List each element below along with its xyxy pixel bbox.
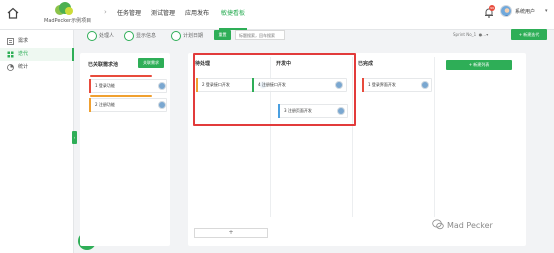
watermark-text: Mad Pecker: [447, 221, 493, 230]
sidebar-item-requirement[interactable]: 需求: [0, 35, 74, 48]
column-title-done: 已完成: [358, 61, 374, 67]
filter-assignee[interactable]: 处理人: [87, 31, 114, 41]
user-icon: [87, 31, 97, 41]
column-divider: [352, 57, 353, 217]
drag-indicator-bar: [90, 95, 152, 97]
pool-title: 已关联需求池: [88, 62, 119, 68]
display-icon: [124, 31, 134, 41]
chevron-left-icon: ‹: [73, 135, 76, 140]
card-title: 1 登录功能: [95, 83, 115, 88]
column-title-todo: 待处理: [195, 61, 211, 67]
avatar: [158, 82, 166, 90]
more-icon[interactable]: ●…▾: [477, 32, 489, 37]
priority-bar: [252, 78, 254, 92]
pool-card[interactable]: 2 注册功能: [89, 98, 167, 112]
new-column-button[interactable]: + 新建列表: [446, 60, 512, 70]
wechat-icon: [432, 219, 444, 230]
tab-tests[interactable]: 测试管理: [151, 8, 175, 17]
card-title: 2 登录接口开发: [202, 82, 230, 87]
sidebar-collapse-handle[interactable]: ‹: [72, 131, 77, 144]
chevron-right-icon: ›: [104, 8, 107, 16]
card-title: 3 注册页面开发: [284, 108, 312, 113]
priority-bar: [196, 78, 198, 92]
column-divider: [434, 57, 435, 217]
tab-agile-board[interactable]: 敏捷看板: [221, 8, 245, 17]
sidebar: 需求 迭代 统计: [0, 30, 74, 253]
calendar-icon: [171, 31, 181, 41]
search-input[interactable]: [235, 30, 285, 40]
priority-bar: [89, 79, 91, 93]
iteration-icon: [7, 51, 14, 58]
avatar: [158, 101, 166, 109]
card-title: 4 注册接口开发: [258, 82, 286, 87]
app-name: MadPecker示例项目: [44, 18, 92, 24]
home-icon[interactable]: [7, 7, 19, 19]
notification-badge: 99: [489, 5, 495, 11]
card-title: 1 登录界面开发: [368, 82, 396, 87]
chevron-down-icon[interactable]: ▾: [545, 8, 548, 14]
priority-bar: [89, 98, 91, 112]
task-card[interactable]: 1 登录界面开发: [362, 78, 432, 92]
card-title: 2 注册功能: [95, 102, 115, 107]
drag-indicator-bar: [90, 75, 152, 77]
task-card[interactable]: 3 注册页面开发: [278, 104, 348, 118]
avatar: [337, 107, 345, 115]
filter-display-info[interactable]: 显示信息: [124, 31, 156, 41]
sprint-label: Sprint No_1: [453, 32, 477, 37]
sidebar-item-label: 需求: [18, 38, 29, 44]
top-bar: MadPecker示例项目 › 任务管理 测试管理 应用发布 敏捷看板 99 系…: [0, 0, 554, 30]
statistics-icon: [7, 64, 14, 71]
priority-bar: [278, 104, 280, 118]
filter-label: 处理人: [99, 33, 115, 39]
sidebar-item-label: 统计: [18, 64, 29, 70]
avatar: [335, 81, 343, 89]
tab-release[interactable]: 应用发布: [185, 8, 209, 17]
sidebar-item-statistics[interactable]: 统计: [0, 61, 74, 74]
requirement-icon: [7, 38, 14, 45]
app-logo: MadPecker示例项目: [44, 2, 92, 28]
add-iteration-button[interactable]: + 新建迭代: [511, 29, 547, 40]
sprint-select[interactable]: Sprint No_1 ●…▾: [453, 30, 495, 40]
user-name[interactable]: 系统用户: [515, 8, 535, 15]
avatar: [421, 81, 429, 89]
add-card-button[interactable]: +: [194, 228, 268, 238]
link-requirement-button[interactable]: 关联需求: [138, 58, 164, 68]
sidebar-item-label: 迭代: [18, 51, 29, 57]
avatar[interactable]: [500, 5, 512, 17]
filter-plan-date[interactable]: 计划日期: [171, 31, 203, 41]
filter-label: 计划日期: [183, 33, 204, 39]
cloud-logo-icon: [55, 2, 73, 15]
priority-bar: [362, 78, 364, 92]
task-card-dragging[interactable]: 4 注册接口开发: [252, 78, 347, 92]
user-avatar-icon: [504, 8, 510, 16]
column-title-in-progress: 开发中: [276, 61, 292, 67]
tab-tasks[interactable]: 任务管理: [117, 8, 141, 17]
filter-label: 显示信息: [136, 33, 157, 39]
sidebar-item-iteration[interactable]: 迭代: [0, 48, 74, 61]
pool-card[interactable]: 1 登录功能: [89, 79, 167, 93]
reset-button[interactable]: 重置: [214, 30, 231, 40]
